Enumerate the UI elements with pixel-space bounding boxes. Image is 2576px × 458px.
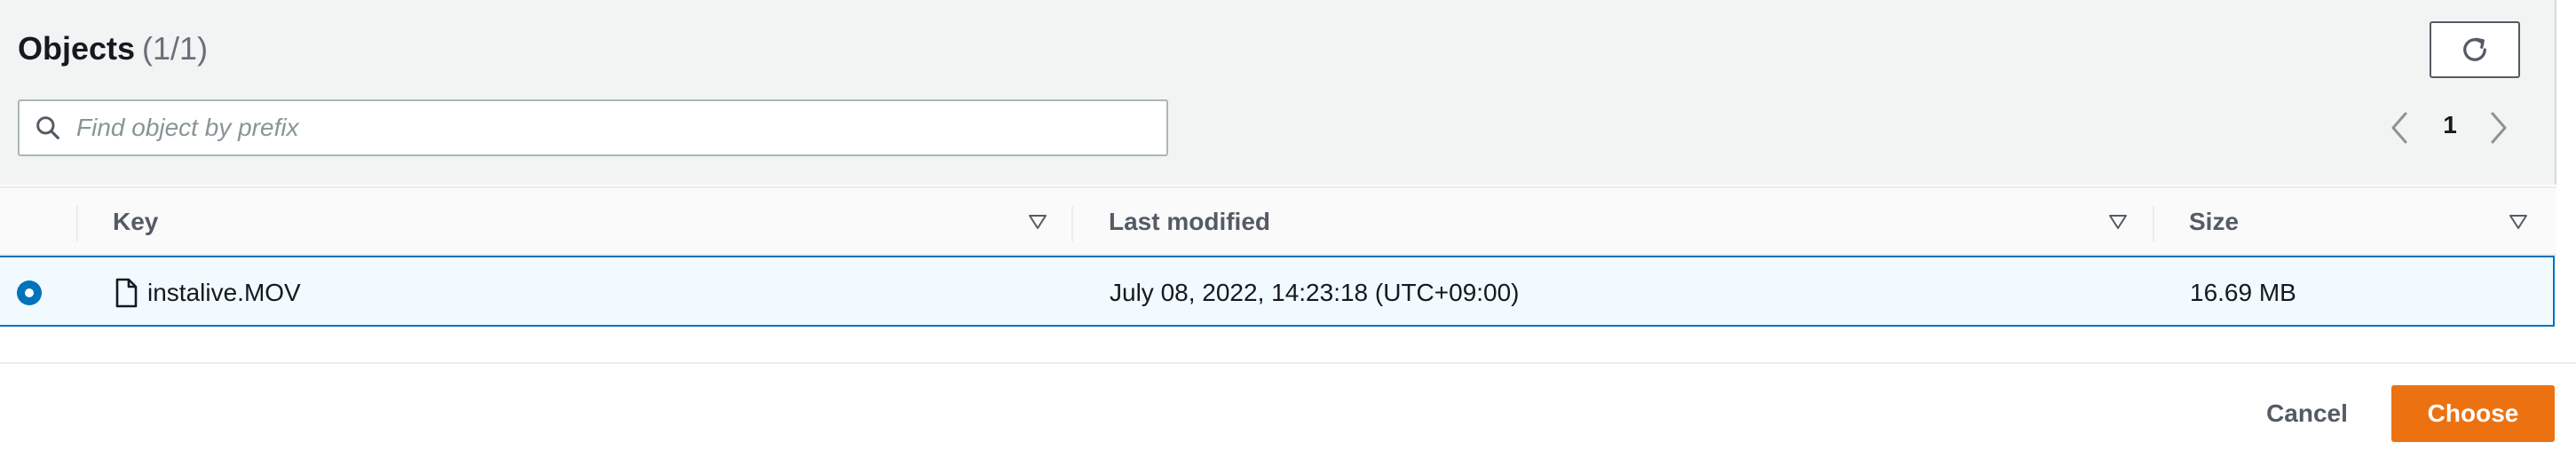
objects-header-panel: Objects(1/1) 1 [0, 0, 2556, 185]
page-title: Objects (1/1) [18, 30, 208, 67]
sort-icon[interactable] [2107, 211, 2129, 233]
column-separator [1071, 206, 1073, 241]
object-key[interactable]: instalive.MOV [147, 279, 301, 307]
objects-title: Objects [18, 30, 136, 67]
search-input[interactable] [76, 108, 1150, 147]
search-icon [36, 116, 59, 139]
cancel-button[interactable]: Cancel [2242, 385, 2372, 442]
sort-icon[interactable] [1027, 211, 1048, 233]
pagination-current-page[interactable]: 1 [2439, 111, 2461, 139]
column-separator [76, 206, 78, 241]
objects-count: (1/1) [142, 30, 209, 67]
column-header-key[interactable]: Key [113, 208, 158, 236]
file-icon [115, 278, 138, 308]
column-header-last-modified[interactable]: Last modified [1109, 208, 1270, 236]
radio-selected-dot [25, 288, 34, 297]
row-select-radio[interactable] [17, 280, 42, 305]
chevron-right-icon[interactable] [2487, 110, 2510, 146]
refresh-button[interactable] [2430, 21, 2520, 78]
column-separator [2153, 206, 2154, 241]
table-header: Key Last modified Size [0, 186, 2556, 256]
column-header-size[interactable]: Size [2189, 208, 2239, 236]
refresh-icon [2463, 37, 2486, 61]
choose-button[interactable]: Choose [2391, 385, 2555, 442]
chevron-left-icon[interactable] [2388, 110, 2411, 146]
table-row[interactable]: instalive.MOV July 08, 2022, 14:23:18 (U… [0, 256, 2555, 327]
footer-divider [0, 362, 2576, 364]
search-field[interactable] [18, 99, 1168, 156]
object-last-modified: July 08, 2022, 14:23:18 (UTC+09:00) [1110, 279, 1520, 306]
object-size: 16.69 MB [2190, 279, 2296, 306]
sort-icon[interactable] [2508, 211, 2529, 233]
